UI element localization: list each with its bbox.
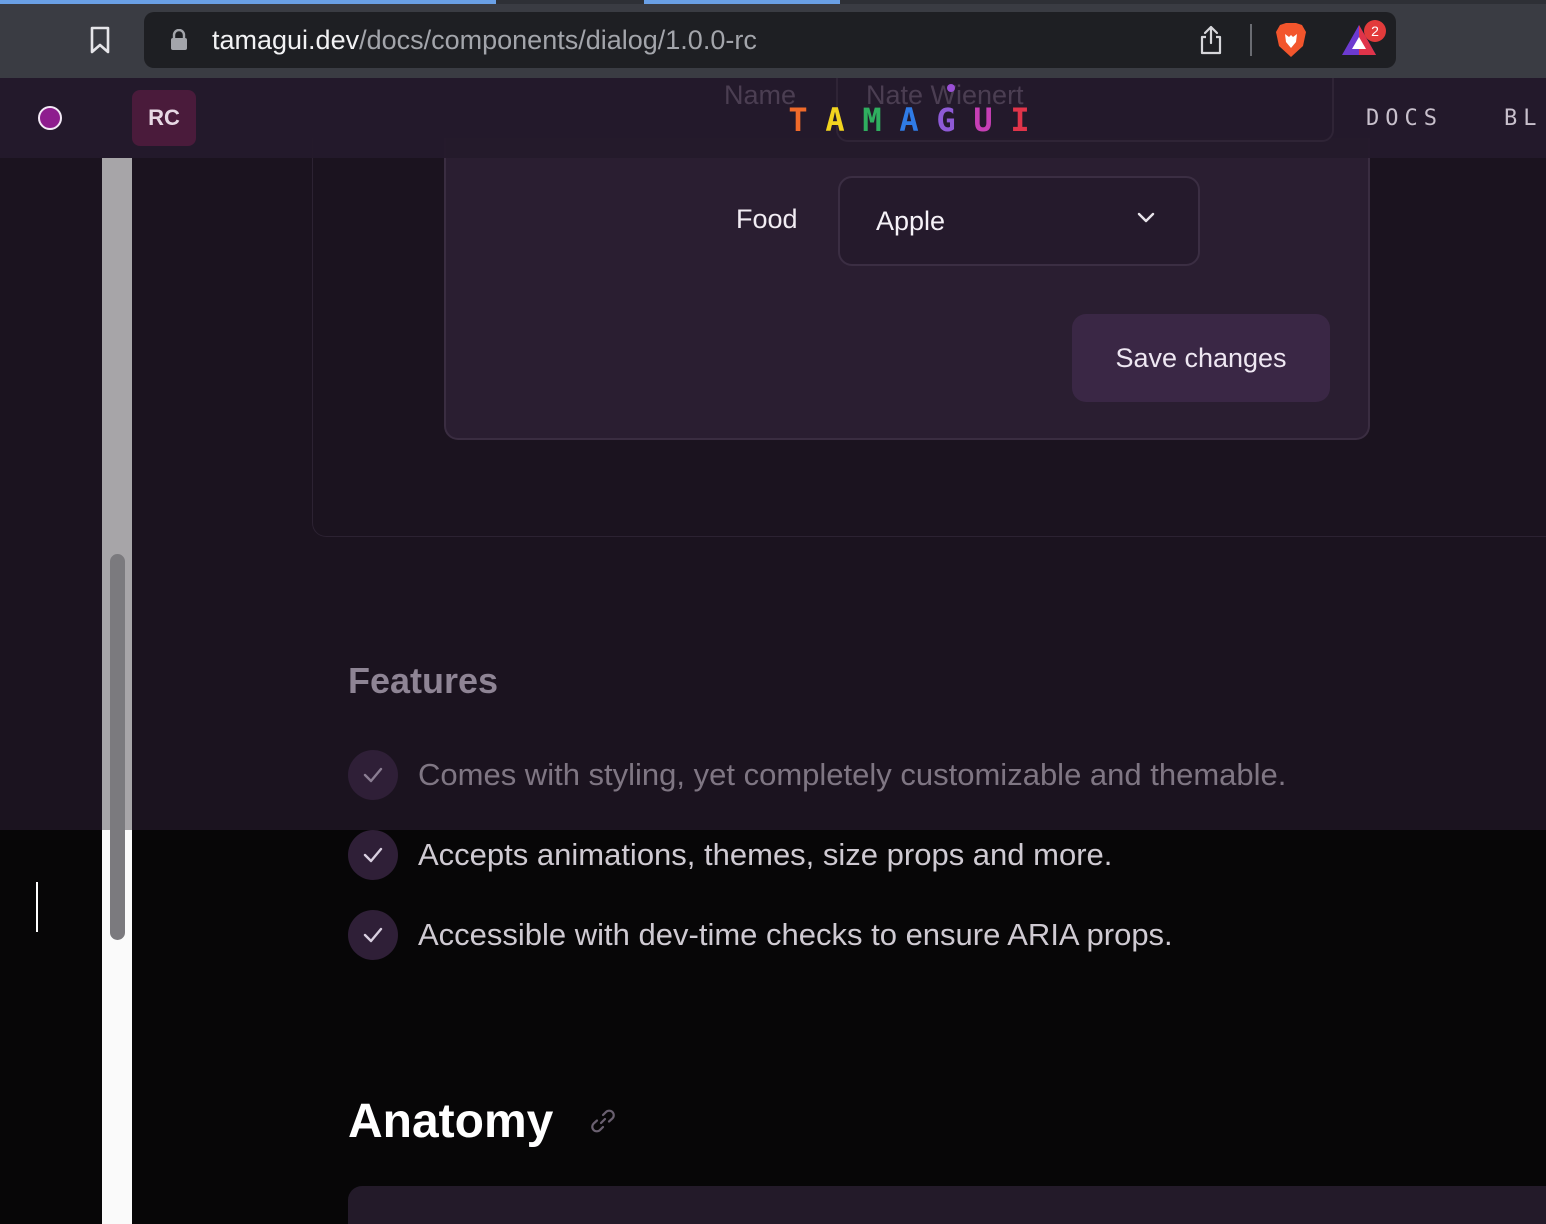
checkmark-badge (348, 910, 398, 960)
checkmark-badge (348, 750, 398, 800)
logo-letter: M (862, 101, 882, 139)
check-icon (363, 767, 383, 783)
feature-item: Accessible with dev-time checks to ensur… (348, 910, 1173, 960)
nav-docs-link[interactable]: DOCS (1366, 106, 1443, 131)
food-select-value: Apple (876, 206, 946, 236)
logo-dot (947, 84, 955, 92)
logo-letter: G (936, 101, 956, 139)
lock-icon (171, 29, 187, 50)
features-heading: Features (348, 660, 499, 701)
bookmark-icon (90, 26, 110, 54)
anatomy-heading: Anatomy (348, 1095, 554, 1148)
tab-strip (0, 0, 1546, 4)
check-icon (363, 847, 383, 863)
chevron-down-icon (1137, 212, 1155, 223)
logo-letter: T (788, 101, 808, 139)
tamagui-logo[interactable]: TAMAGUI (784, 101, 1034, 139)
tab-indicator[interactable] (644, 0, 840, 4)
logo-letter: U (973, 101, 993, 139)
brave-shields-icon[interactable] (1274, 22, 1308, 58)
toolbar-divider (1250, 24, 1252, 56)
left-sidebar (0, 78, 102, 1224)
page-viewport: Food Apple Save changes Features Comes w… (0, 78, 1546, 1224)
link-icon[interactable] (590, 1108, 616, 1134)
bookmark-button[interactable] (84, 24, 116, 56)
logo-letter: A (825, 101, 845, 139)
feature-text: Accepts animations, themes, size props a… (418, 837, 1113, 872)
version-badge[interactable]: RC (132, 90, 196, 146)
feature-text: Comes with styling, yet completely custo… (418, 757, 1287, 792)
code-block (348, 1186, 1546, 1224)
checkmark-badge (348, 830, 398, 880)
check-icon (363, 927, 383, 943)
food-select[interactable]: Apple (838, 176, 1200, 266)
logo-letter: I (1010, 101, 1030, 139)
theme-toggle[interactable] (38, 106, 62, 130)
text-caret (36, 882, 38, 932)
nav-blog-link[interactable]: BL (1504, 106, 1543, 131)
logo-letter: A (899, 101, 919, 139)
feature-item: Accepts animations, themes, size props a… (348, 830, 1112, 880)
browser-toolbar: tamagui.dev/docs/components/dialog/1.0.0… (0, 0, 1546, 78)
notification-badge: 2 (1364, 20, 1386, 42)
url-host: tamagui.dev (212, 25, 360, 55)
address-bar[interactable]: tamagui.dev/docs/components/dialog/1.0.0… (144, 12, 1396, 68)
save-changes-button[interactable]: Save changes (1072, 314, 1330, 402)
feature-item: Comes with styling, yet completely custo… (348, 750, 1286, 800)
share-icon[interactable] (1198, 25, 1224, 55)
url-path: /docs/components/dialog/1.0.0-rc (359, 25, 757, 55)
scrollbar-thumb[interactable] (110, 554, 125, 940)
url-text[interactable]: tamagui.dev/docs/components/dialog/1.0.0… (212, 25, 757, 56)
tab-active-indicator[interactable] (0, 0, 496, 4)
food-label: Food (736, 204, 798, 234)
feature-text: Accessible with dev-time checks to ensur… (418, 917, 1173, 952)
